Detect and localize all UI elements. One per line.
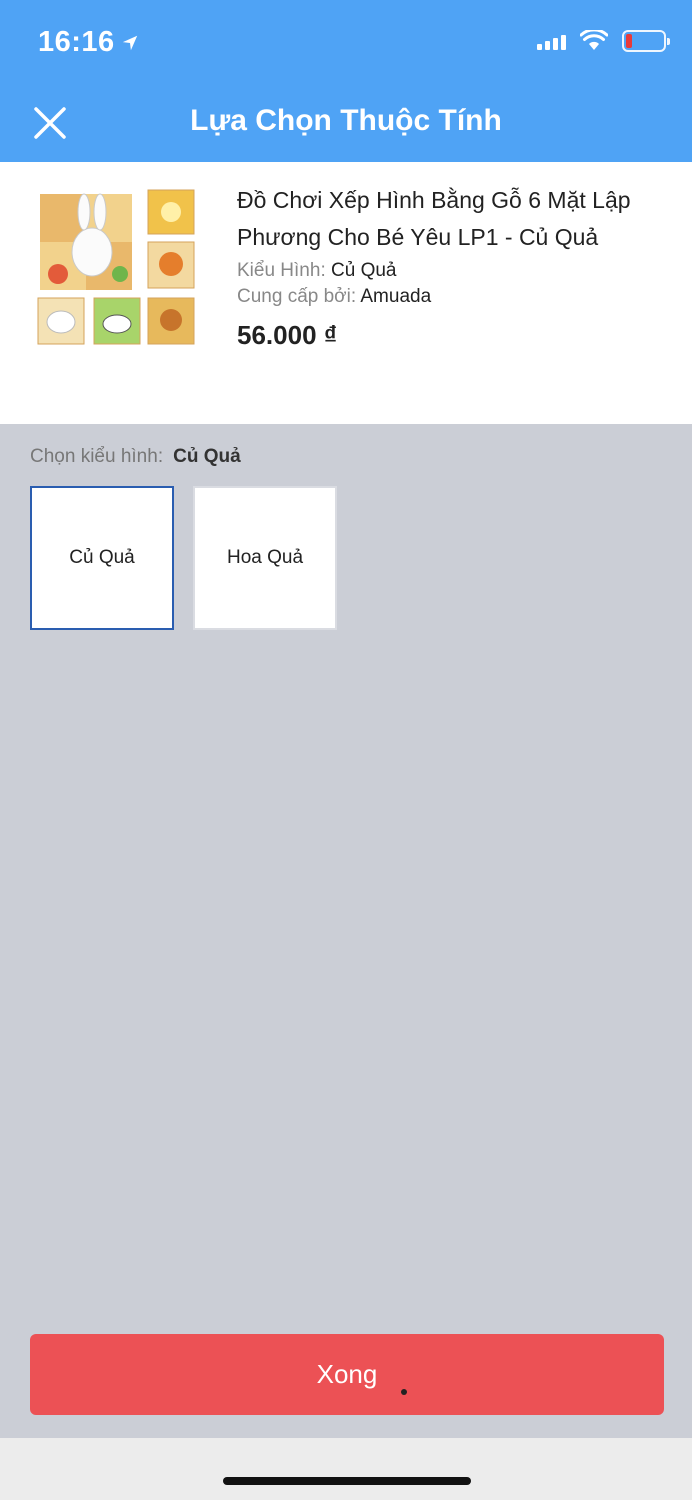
variant-current-value: Củ Quả — [173, 446, 241, 467]
battery-level — [626, 34, 632, 48]
variant-option-label: Hoa Quả — [226, 547, 304, 568]
status-icons — [537, 30, 670, 52]
variant-option-label: Củ Quả — [69, 547, 135, 568]
status-time: 16:16 — [38, 26, 139, 59]
product-style: Kiểu Hình: Củ Quả — [237, 260, 397, 282]
battery-icon — [622, 30, 670, 52]
wifi-icon — [580, 30, 608, 50]
product-seller: Cung cấp bởi: Amuada — [237, 286, 431, 308]
product-price: 56.000 ₫ — [237, 320, 338, 350]
home-indicator[interactable] — [223, 1477, 471, 1485]
variant-label-text: Chọn kiểu hình: — [30, 446, 164, 467]
done-button[interactable]: Xong — [30, 1334, 664, 1415]
variant-option-cu-qua[interactable]: Củ Quả — [30, 486, 174, 630]
variant-option-hoa-qua[interactable]: Hoa Quả — [193, 486, 337, 630]
product-style-value: Củ Quả — [331, 260, 397, 281]
page-title: Lựa Chọn Thuộc Tính — [190, 104, 502, 137]
wooden-cube-puzzle-image — [30, 182, 202, 354]
product-seller-value: Amuada — [360, 286, 432, 307]
variant-selector-label: Chọn kiểu hình: Củ Quả — [30, 446, 241, 468]
status-time-text: 16:16 — [38, 26, 115, 58]
touch-indicator-dot — [401, 1389, 407, 1395]
product-style-label: Kiểu Hình: — [237, 260, 326, 281]
product-name: Đồ Chơi Xếp Hình Bằng Gỗ 6 Mặt Lập Phươn… — [237, 187, 631, 250]
product-seller-label: Cung cấp bởi: — [237, 286, 357, 307]
signal-icon — [537, 32, 566, 50]
done-button-label: Xong — [316, 1359, 378, 1389]
home-indicator-area — [0, 1438, 692, 1500]
location-arrow-icon — [122, 35, 137, 50]
app-header: 16:16 Lựa Chọn Thuộc Tính — [0, 0, 692, 162]
product-summary: Đồ Chơi Xếp Hình Bằng Gỗ 6 Mặt Lập Phươn… — [0, 162, 692, 424]
